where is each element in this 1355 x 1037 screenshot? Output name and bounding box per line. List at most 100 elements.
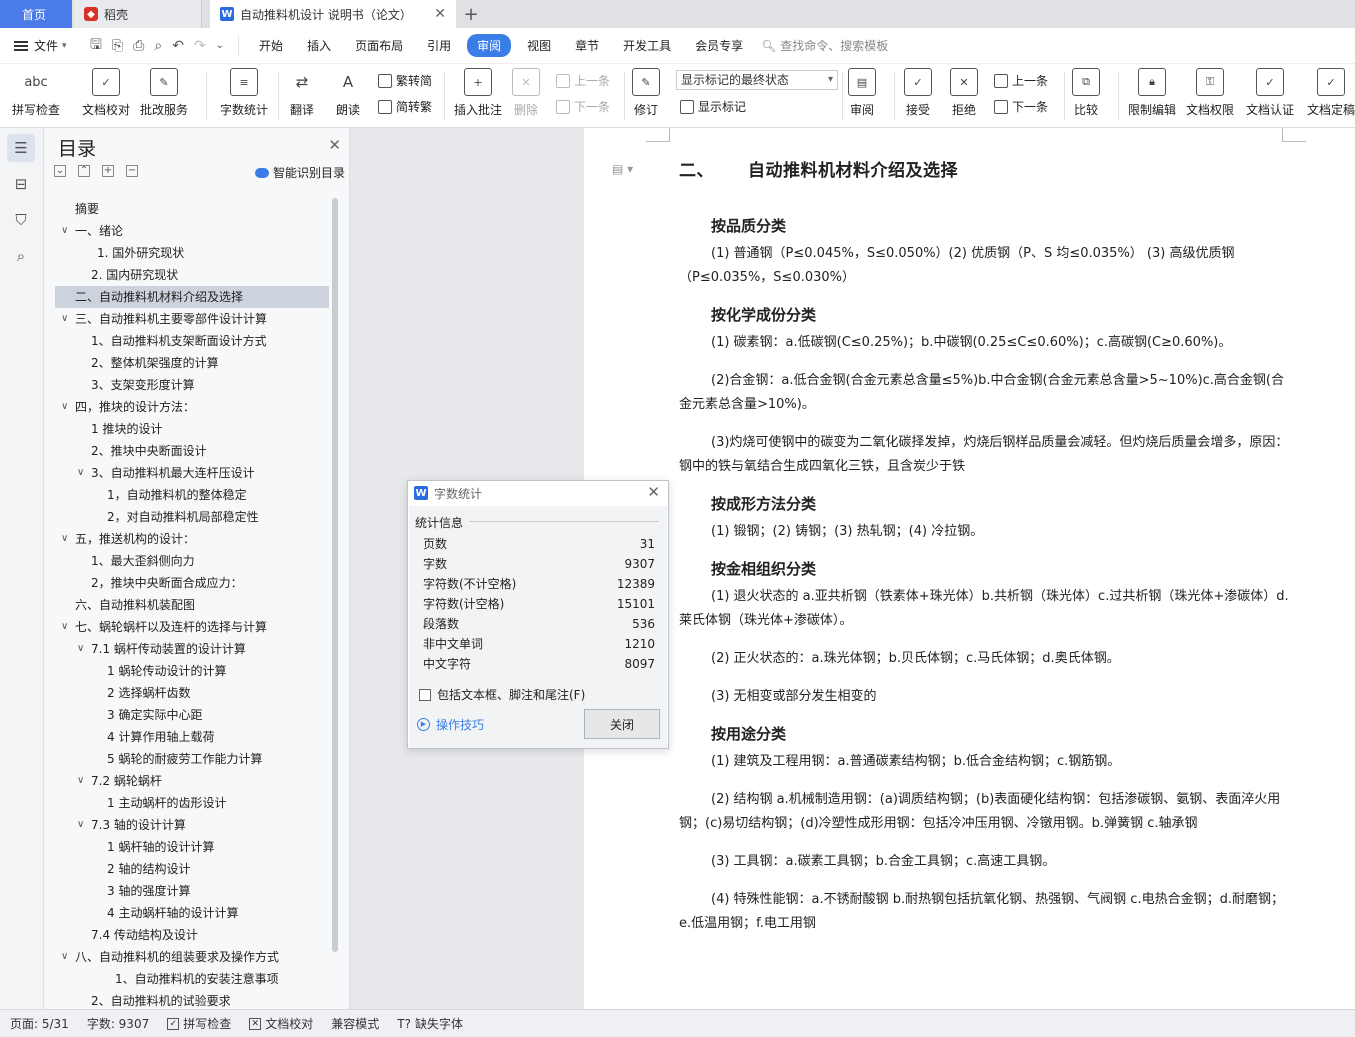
command-search[interactable]: 🔍︎ 查找命令、搜索模板 xyxy=(761,37,888,54)
page-indicator[interactable]: 页面: 5/31 xyxy=(10,1015,69,1032)
paragraph-menu-icon[interactable]: ▤ ▾ xyxy=(612,162,633,176)
close-icon[interactable]: ✕ xyxy=(647,483,660,501)
toc-item[interactable]: 2 轴的结构设计 xyxy=(55,858,329,880)
chapter-nav-icon[interactable]: ⊟ xyxy=(7,170,35,198)
collapse-all-icon[interactable]: ⌄ xyxy=(54,165,66,177)
doc-permission-button[interactable]: ⚿ 文档权限 xyxy=(1186,68,1234,118)
toc-item[interactable]: 1 主动蜗杆的齿形设计 xyxy=(55,792,329,814)
trad-to-simp-button[interactable]: 繁转简 xyxy=(378,72,432,89)
next-change-button[interactable]: 下一条 xyxy=(994,98,1048,115)
document-page[interactable]: ▤ ▾ 二、 自动推料机材料介绍及选择 按品质分类 (1) 普通钢（P≤0.045%… xyxy=(584,128,1355,1009)
close-button[interactable]: 关闭 xyxy=(584,709,660,739)
close-icon[interactable]: ✕ xyxy=(328,136,341,154)
toc-item[interactable]: 1、最大歪斜侧向力 xyxy=(55,550,329,572)
toc-item[interactable]: ∨ 7.3 轴的设计计算 xyxy=(55,814,329,836)
toc-item[interactable]: ∨ 四，推块的设计方法： xyxy=(55,396,329,418)
compare-button[interactable]: ⧉ 比较 xyxy=(1072,68,1100,118)
next-comment-button[interactable]: 下一条 xyxy=(556,98,610,115)
chevron-down-icon[interactable]: ∨ xyxy=(77,814,84,836)
toc-item[interactable]: 1. 国外研究现状 xyxy=(55,242,329,264)
chevron-down-icon[interactable]: ∨ xyxy=(61,220,68,242)
remove-heading-icon[interactable]: − xyxy=(126,165,138,177)
new-tab-button[interactable]: + xyxy=(456,0,486,28)
restrict-editing-button[interactable]: 🔒︎ 限制编辑 xyxy=(1128,68,1176,118)
toc-item[interactable]: 六、自动推料机装配图 xyxy=(55,594,329,616)
menu-tab[interactable]: 开始 xyxy=(247,34,295,57)
missing-font-status[interactable]: T? 缺失字体 xyxy=(397,1015,463,1032)
accept-button[interactable]: ✓ 接受 xyxy=(904,68,932,118)
toc-item[interactable]: 1、自动推料机的安装注意事项 xyxy=(55,968,329,990)
toc-item[interactable]: 5 蜗轮的耐疲劳工作能力计算 xyxy=(55,748,329,770)
smart-toc-button[interactable]: 智能识别目录 xyxy=(254,164,345,181)
toc-item[interactable]: 1 蜗杆轴的设计计算 xyxy=(55,836,329,858)
track-changes-button[interactable]: ✎ 修订 xyxy=(632,68,660,118)
chevron-down-icon[interactable]: ∨ xyxy=(77,638,84,660)
chevron-down-icon[interactable]: ∨ xyxy=(61,308,68,330)
show-marks-button[interactable]: 显示标记 xyxy=(680,98,746,115)
include-textbox-checkbox[interactable]: 包括文本框、脚注和尾注(F) xyxy=(419,686,585,703)
menu-tab[interactable]: 会员专享 xyxy=(683,34,755,57)
close-tab-icon[interactable]: ✕ xyxy=(434,6,446,22)
spell-check-button[interactable]: abc 拼写检查 xyxy=(12,68,60,118)
chevron-down-icon[interactable]: ∨ xyxy=(77,770,84,792)
toc-panel-icon[interactable]: ☰ xyxy=(7,134,35,162)
export-icon[interactable]: ⎘ xyxy=(112,38,123,54)
undo-icon[interactable]: ↶ xyxy=(172,38,184,54)
toc-item[interactable]: 1 推块的设计 xyxy=(55,418,329,440)
menu-tab[interactable]: 视图 xyxy=(515,34,563,57)
toc-item[interactable]: ∨ 七、蜗轮蜗杆以及连杆的选择与计算 xyxy=(55,616,329,638)
menu-tab[interactable]: 页面布局 xyxy=(343,34,415,57)
delete-comment-button[interactable]: ✕ 删除 xyxy=(512,68,540,118)
reject-button[interactable]: ✕ 拒绝 xyxy=(950,68,978,118)
toc-item[interactable]: 2、自动推料机的试验要求 xyxy=(55,990,329,1009)
menu-tab[interactable]: 引用 xyxy=(415,34,463,57)
chevron-down-icon[interactable]: ∨ xyxy=(77,462,84,484)
toc-item[interactable]: 摘要 xyxy=(55,198,329,220)
toc-item[interactable]: 1 蜗轮传动设计的计算 xyxy=(55,660,329,682)
toc-item[interactable]: ∨ 八、自动推料机的组装要求及操作方式 xyxy=(55,946,329,968)
bookmark-icon[interactable]: ⛉ xyxy=(7,206,35,234)
toc-item[interactable]: ∨ 五，推送机构的设计： xyxy=(55,528,329,550)
toc-item[interactable]: 2，对自动推料机局部稳定性 xyxy=(55,506,329,528)
menu-tab[interactable]: 审阅 xyxy=(467,34,512,57)
toc-item[interactable]: ∨ 7.1 蜗杆传动装置的设计计算 xyxy=(55,638,329,660)
toc-item[interactable]: 二、自动推料机材料介绍及选择 xyxy=(55,286,329,308)
toc-item[interactable]: ∨ 三、自动推料机主要零部件设计计算 xyxy=(55,308,329,330)
word-count-indicator[interactable]: 字数: 9307 xyxy=(87,1015,149,1032)
revise-service-button[interactable]: ✎ 批改服务 xyxy=(140,68,188,118)
doc-proof-button[interactable]: ✓ 文档校对 xyxy=(82,68,130,118)
tips-link[interactable]: ▶ 操作技巧 xyxy=(417,716,484,733)
file-menu[interactable]: 文件 ▾ xyxy=(0,37,90,54)
add-heading-icon[interactable]: + xyxy=(102,165,114,177)
toc-item[interactable]: 4 主动蜗杆轴的设计计算 xyxy=(55,902,329,924)
simp-to-trad-button[interactable]: 简转繁 xyxy=(378,98,432,115)
toc-item[interactable]: 2、推块中央断面设计 xyxy=(55,440,329,462)
prev-change-button[interactable]: 上一条 xyxy=(994,72,1048,89)
print-icon[interactable]: ⎙ xyxy=(133,38,144,54)
toc-item[interactable]: 2. 国内研究现状 xyxy=(55,264,329,286)
toc-item[interactable]: ∨ 7.2 蜗轮蜗杆 xyxy=(55,770,329,792)
markup-display-select[interactable]: 显示标记的最终状态 xyxy=(676,70,838,90)
chevron-down-icon[interactable]: ∨ xyxy=(61,396,68,418)
toc-item[interactable]: 2 选择蜗杆齿数 xyxy=(55,682,329,704)
expand-all-icon[interactable]: ⌃ xyxy=(78,165,90,177)
toc-item[interactable]: 3 轴的强度计算 xyxy=(55,880,329,902)
toc-item[interactable]: 2，推块中央断面合成应力： xyxy=(55,572,329,594)
redo-icon[interactable]: ↷ xyxy=(194,38,206,54)
toc-item[interactable]: 1、自动推料机支架断面设计方式 xyxy=(55,330,329,352)
toc-item[interactable]: 2、整体机架强度的计算 xyxy=(55,352,329,374)
toc-item[interactable]: 4 计算作用轴上载荷 xyxy=(55,726,329,748)
toc-item[interactable]: ∨ 一、绪论 xyxy=(55,220,329,242)
doc-certify-button[interactable]: ✓ 文档认证 xyxy=(1246,68,1294,118)
tab-daoke[interactable]: ◆ 稻壳 xyxy=(74,0,202,28)
toc-item[interactable]: ∨ 3、自动推料机最大连杆压设计 xyxy=(55,462,329,484)
toc-item[interactable]: 3、支架变形度计算 xyxy=(55,374,329,396)
search-icon[interactable]: ⌕ xyxy=(7,242,35,270)
toc-scrollbar[interactable] xyxy=(332,198,338,952)
save-icon[interactable]: 🖫 xyxy=(90,34,102,58)
toc-item[interactable]: 3 确定实际中心距 xyxy=(55,704,329,726)
chevron-down-icon[interactable]: ∨ xyxy=(61,616,68,638)
menu-tab[interactable]: 插入 xyxy=(295,34,343,57)
doc-finalize-button[interactable]: ✓ 文档定稿 xyxy=(1307,68,1355,118)
menu-tab[interactable]: 章节 xyxy=(563,34,611,57)
